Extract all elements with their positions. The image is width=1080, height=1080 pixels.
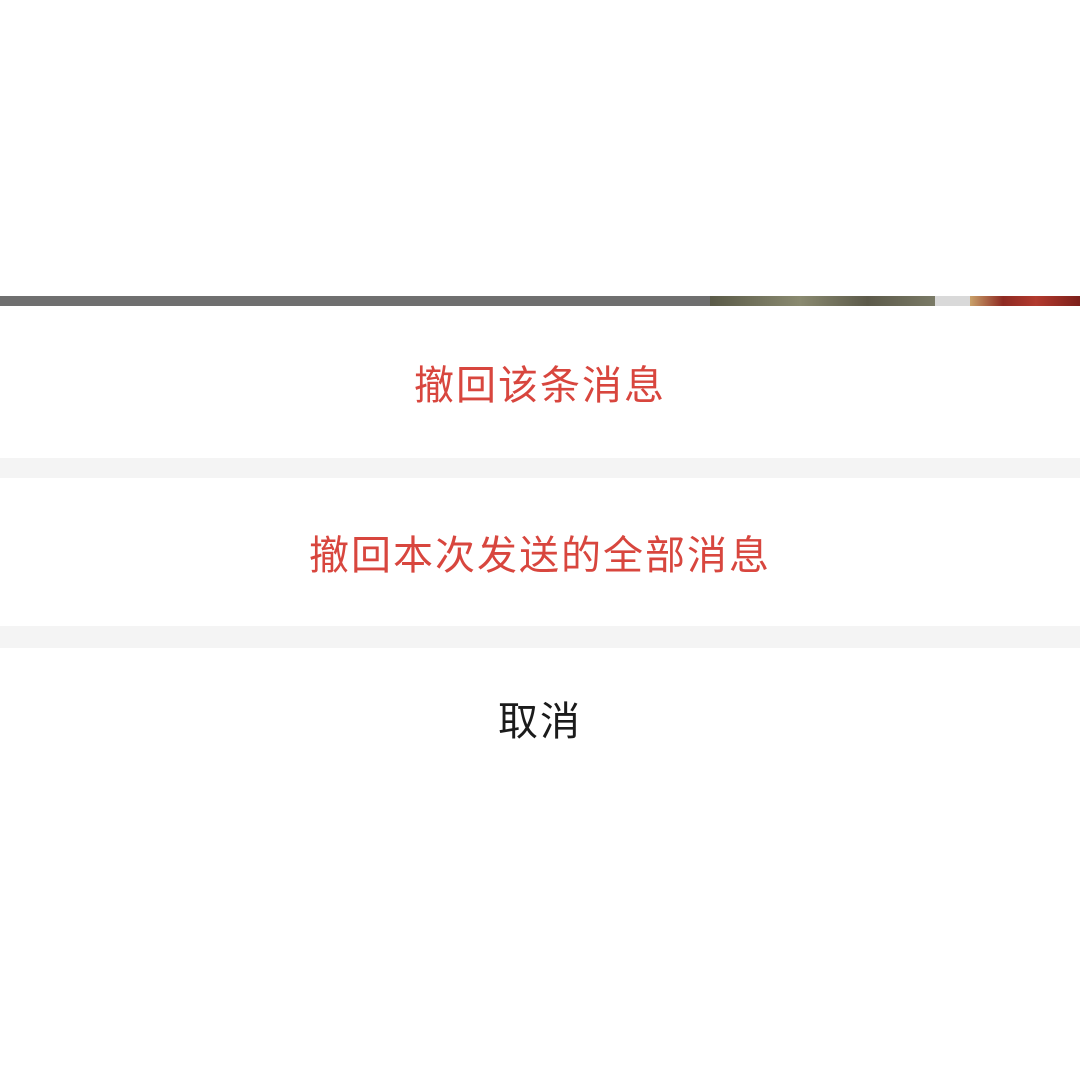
screen: 撤回该条消息 撤回本次发送的全部消息 取消 xyxy=(0,0,1080,1080)
backdrop-photo-thumbnail-red xyxy=(970,296,1080,306)
backdrop-chat-strip xyxy=(0,296,1080,306)
dimmed-top-area[interactable] xyxy=(0,0,1080,296)
backdrop-photo-thumbnail xyxy=(710,296,935,306)
separator xyxy=(0,626,1080,648)
recall-all-sent-messages-button[interactable]: 撤回本次发送的全部消息 xyxy=(0,478,1080,626)
backdrop-photo-gap xyxy=(935,296,970,306)
separator xyxy=(0,458,1080,478)
action-sheet: 撤回该条消息 撤回本次发送的全部消息 取消 xyxy=(0,306,1080,1080)
recall-this-message-button[interactable]: 撤回该条消息 xyxy=(0,306,1080,458)
cancel-button[interactable]: 取消 xyxy=(0,648,1080,788)
